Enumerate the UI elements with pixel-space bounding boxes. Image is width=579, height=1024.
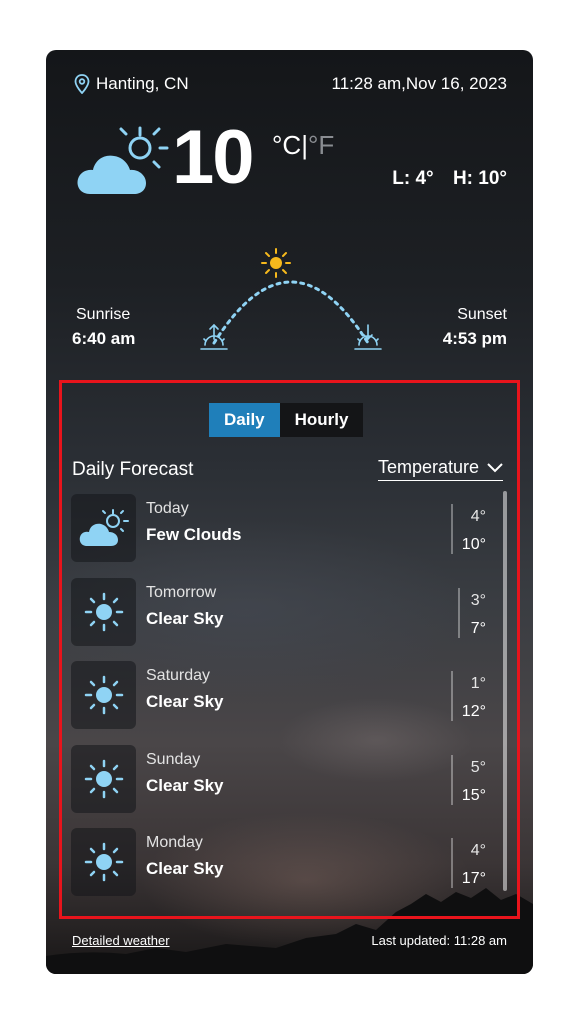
forecast-day: Saturday — [146, 667, 211, 684]
weather-card: Hanting, CN 11:28 am,Nov 16, 2023 10 °C|… — [46, 50, 533, 974]
list-item[interactable]: Sunday Clear Sky 5° 15° — [71, 743, 511, 827]
partly-cloudy-icon — [76, 126, 172, 203]
forecast-low: 4° — [470, 842, 486, 859]
temp-divider — [451, 671, 453, 721]
temp-divider — [451, 838, 453, 888]
list-item[interactable]: Today Few Clouds 4° 10° — [71, 492, 511, 576]
sun-icon — [71, 577, 136, 646]
sun-position-icon — [261, 248, 291, 278]
chevron-down-icon — [487, 462, 503, 472]
current-datetime: 11:28 am,Nov 16, 2023 — [331, 74, 507, 93]
forecast-high: 10° — [461, 536, 486, 553]
last-updated: Last updated: 11:28 am — [371, 933, 507, 948]
forecast-desc: Clear Sky — [146, 692, 224, 711]
high-temp: H: 10° — [452, 168, 507, 189]
forecast-day: Tomorrow — [146, 583, 217, 601]
forecast-scrollbar[interactable] — [503, 491, 507, 891]
sun-icon — [71, 661, 136, 729]
forecast-day: Today — [146, 500, 189, 517]
forecast-toggle: Daily Hourly — [209, 403, 364, 437]
forecast-high: 15° — [461, 786, 486, 804]
list-item[interactable]: Tomorrow Clear Sky 3° 7° — [71, 576, 511, 660]
forecast-low: 3° — [470, 591, 486, 609]
sun-icon — [71, 744, 136, 813]
forecast-desc: Clear Sky — [146, 608, 224, 628]
sunset-label: Sunset — [457, 306, 507, 323]
sunrise-time: 6:40 am — [72, 329, 136, 348]
forecast-high: 7° — [470, 619, 486, 637]
metric-dropdown[interactable]: Temperature — [377, 457, 503, 481]
temp-divider — [451, 504, 453, 554]
location[interactable]: Hanting, CN — [74, 74, 189, 94]
unit-toggle[interactable]: °C|°F — [272, 130, 334, 161]
tab-daily[interactable]: Daily — [209, 403, 280, 437]
forecast-desc: Clear Sky — [146, 775, 224, 795]
unit-separator: | — [301, 130, 308, 160]
partly-cloudy-icon — [71, 494, 136, 562]
location-text: Hanting, CN — [96, 74, 189, 93]
forecast-low: 1° — [470, 675, 486, 692]
detailed-weather-link[interactable]: Detailed weather — [72, 933, 170, 948]
sunrise-label: Sunrise — [76, 306, 131, 323]
sun-arc — [200, 248, 382, 350]
current-temperature: 10 — [172, 115, 255, 200]
tab-hourly[interactable]: Hourly — [279, 403, 364, 437]
fahrenheit-unit[interactable]: °F — [308, 130, 334, 160]
celsius-unit[interactable]: °C — [272, 130, 301, 160]
forecast-day: Monday — [146, 834, 203, 851]
sun-icon — [71, 828, 136, 896]
forecast-title: Daily Forecast — [72, 459, 194, 480]
metric-label: Temperature — [377, 457, 479, 477]
location-pin-icon — [74, 74, 90, 94]
forecast-list: Today Few Clouds 4° 10° Tomorrow Clear S… — [71, 492, 511, 910]
list-item[interactable]: Monday Clear Sky 4° 17° — [71, 826, 511, 910]
forecast-desc: Clear Sky — [146, 859, 224, 878]
list-item[interactable]: Saturday Clear Sky 1° 12° — [71, 659, 511, 743]
temp-divider — [451, 754, 453, 805]
forecast-high: 12° — [461, 703, 486, 720]
forecast-panel: Daily Hourly Daily Forecast Temperature — [59, 380, 520, 919]
forecast-desc: Few Clouds — [146, 525, 242, 544]
temp-divider — [458, 587, 460, 638]
low-high-temps: L: 4° H: 10° — [378, 168, 507, 190]
forecast-low: 5° — [470, 758, 486, 776]
forecast-low: 4° — [470, 508, 486, 525]
forecast-high: 17° — [461, 870, 486, 887]
low-temp: L: 4° — [392, 168, 434, 189]
forecast-day: Sunday — [146, 750, 201, 768]
sunset-time: 4:53 pm — [442, 329, 507, 348]
